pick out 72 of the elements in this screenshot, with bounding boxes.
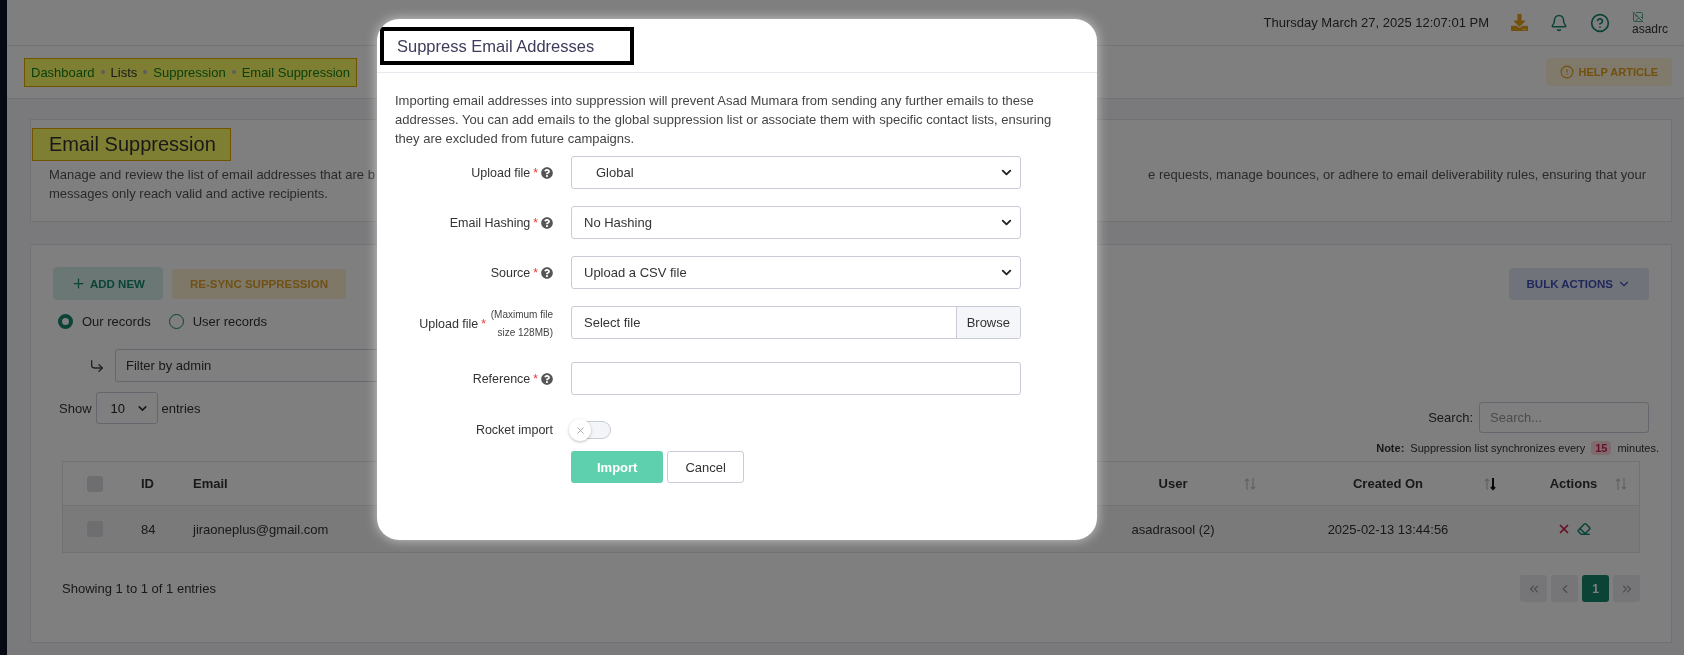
breadcrumb-item[interactable]: Dashboard — [31, 64, 95, 80]
page-description: messages only reach valid and active recipients. — [48, 185, 329, 203]
column-header[interactable]: Created On — [1268, 476, 1508, 491]
browse-button[interactable]: Browse — [955, 307, 1020, 338]
corner-arrow-icon — [89, 357, 105, 374]
breadcrumb-item[interactable]: Suppression — [153, 64, 226, 80]
entries-label: entries — [161, 400, 201, 416]
required-mark: * — [533, 264, 538, 282]
page-button[interactable]: 1 — [1582, 575, 1609, 602]
cross-icon — [574, 424, 586, 436]
select-field[interactable]: Global — [571, 156, 1021, 189]
table-cell-text: 84 — [140, 521, 157, 537]
select-field[interactable]: Upload a CSV file — [571, 256, 1021, 289]
column-header[interactable]: Actions — [1508, 476, 1639, 491]
bell-icon[interactable] — [1550, 13, 1568, 32]
radio-button[interactable] — [58, 314, 73, 329]
broken-image-icon — [1632, 10, 1644, 23]
table-cell-text: jiraoneplus@gmail.com — [191, 521, 330, 537]
help-icon[interactable] — [541, 166, 553, 179]
field-label: Reference — [472, 370, 531, 388]
required-mark: * — [533, 370, 538, 388]
page-description: e requests, manage bounces, or adhere to email deliverability rules, ensuring that your — [1148, 166, 1647, 184]
note-text: minutes. — [1617, 442, 1659, 454]
help-icon[interactable] — [541, 266, 553, 279]
first-page-button[interactable] — [1520, 575, 1547, 602]
interval-badge: 15 — [1591, 441, 1612, 455]
column-header: ID — [140, 476, 155, 491]
column-header[interactable]: User — [1078, 476, 1268, 491]
avatar-text[interactable]: asadrc — [1632, 22, 1669, 35]
reference-field[interactable] — [571, 362, 1021, 395]
field-label: Upload file — [471, 164, 531, 182]
file-field[interactable]: Select file Browse — [571, 306, 1021, 339]
add-new-button[interactable]: ADD NEW — [53, 267, 163, 300]
field-label: Upload file — [419, 316, 479, 333]
table-info: Showing 1 to 1 of 1 entries — [62, 581, 216, 596]
note-label: Note: — [1376, 442, 1405, 454]
dialog-title: Suppress Email Addresses — [380, 26, 635, 65]
download-icon[interactable] — [1511, 14, 1528, 31]
breadcrumb-item[interactable]: Email Suppression — [241, 64, 350, 80]
note-text: Suppression list synchronizes every — [1410, 442, 1586, 454]
breadcrumb-item: Lists — [110, 64, 138, 80]
date-time: Thursday March 27, 2025 12:07:01 PM — [1263, 15, 1489, 30]
search-label: Search: — [1428, 410, 1473, 425]
help-icon[interactable] — [541, 216, 553, 229]
plus-icon — [71, 276, 86, 291]
alert-icon — [1559, 65, 1574, 79]
field-note: (Maximum file size 128MB) — [489, 308, 553, 340]
required-mark: * — [481, 316, 486, 333]
show-label: Show — [59, 400, 92, 416]
radio-label[interactable]: Our records — [82, 314, 151, 329]
radio-button[interactable] — [168, 314, 184, 329]
table-cell-text: asadrasool (2) — [1130, 521, 1216, 537]
eraser-icon[interactable] — [1576, 522, 1591, 536]
help-icon[interactable] — [541, 372, 553, 385]
field-label: Source — [490, 264, 531, 282]
dialog-description: Importing email addresses into suppression will prevent Asad Mumara from sending any further emails to these addresses. You can add emails to the global suppression list or associate them with specific contact lists, ensuring they are excluded from future campaigns. — [395, 92, 1053, 148]
table-cell-text: 2025-02-13 13:44:56 — [1326, 521, 1450, 537]
field-label: Email Hashing — [449, 214, 531, 232]
entries-select[interactable]: 10 — [95, 392, 158, 424]
cancel-button[interactable]: Cancel — [667, 451, 744, 483]
field-label: Rocket import — [475, 423, 553, 437]
page-title: Email Suppression — [32, 128, 231, 161]
radio-label[interactable]: User records — [192, 314, 268, 329]
page-description: Manage and review the list of email addresses that are b — [49, 166, 375, 184]
required-mark: * — [533, 214, 538, 232]
column-header: Email — [192, 476, 229, 491]
sort-icon[interactable] — [1484, 476, 1496, 491]
required-mark: * — [533, 164, 538, 182]
select-field[interactable]: No Hashing — [571, 206, 1021, 239]
bulk-actions-button[interactable]: BULK ACTIONS — [1508, 267, 1649, 300]
toggle-switch[interactable] — [571, 421, 611, 439]
next-page-button[interactable] — [1613, 575, 1640, 602]
